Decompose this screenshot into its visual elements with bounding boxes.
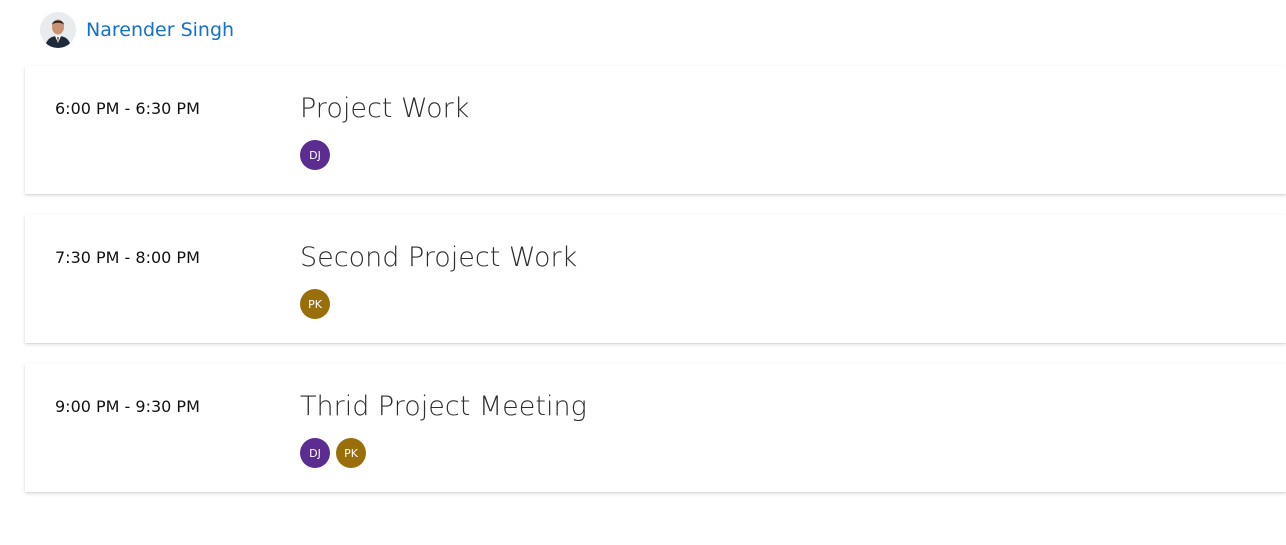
meeting-card[interactable]: 7:30 PM - 8:00 PM Second Project Work PK — [25, 215, 1286, 343]
attendee-avatar[interactable]: DJ — [300, 438, 330, 468]
meeting-title: Project Work — [300, 93, 470, 124]
meeting-card[interactable]: 6:00 PM - 6:30 PM Project Work DJ — [25, 66, 1286, 194]
meeting-time: 7:30 PM - 8:00 PM — [55, 248, 200, 267]
user-header: Narender Singh — [40, 12, 234, 48]
meeting-title: Second Project Work — [300, 242, 578, 273]
user-avatar[interactable] — [40, 12, 76, 48]
meeting-title: Thrid Project Meeting — [300, 391, 587, 422]
attendee-avatar[interactable]: PK — [336, 438, 366, 468]
attendee-list: DJ — [300, 140, 336, 170]
meeting-time: 9:00 PM - 9:30 PM — [55, 397, 200, 416]
attendee-list: PK — [300, 289, 336, 319]
meeting-time: 6:00 PM - 6:30 PM — [55, 99, 200, 118]
attendee-avatar[interactable]: PK — [300, 289, 330, 319]
attendee-avatar[interactable]: DJ — [300, 140, 330, 170]
attendee-list: DJ PK — [300, 438, 372, 468]
meeting-card[interactable]: 9:00 PM - 9:30 PM Thrid Project Meeting DJ… — [25, 364, 1286, 492]
user-name-link[interactable]: Narender Singh — [86, 19, 234, 41]
